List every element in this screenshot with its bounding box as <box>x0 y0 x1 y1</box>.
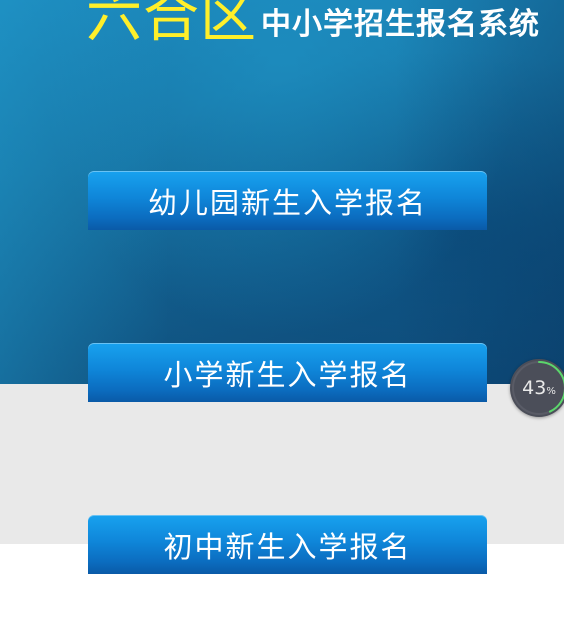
district-name: 六合区 <box>86 0 257 50</box>
junior-high-enrollment-button[interactable]: 初中新生入学报名 <box>88 515 487 574</box>
progress-value: 43 <box>522 377 547 399</box>
progress-label: 43 % <box>510 359 564 417</box>
progress-unit: % <box>546 385 556 397</box>
page-title: 六合区 中小学招生报名系统 <box>86 0 540 46</box>
system-name: 中小学招生报名系统 <box>261 7 540 42</box>
primary-enrollment-button[interactable]: 小学新生入学报名 <box>88 343 487 402</box>
progress-widget[interactable]: 43 % <box>510 359 564 417</box>
kindergarten-enrollment-button[interactable]: 幼儿园新生入学报名 <box>88 171 487 230</box>
